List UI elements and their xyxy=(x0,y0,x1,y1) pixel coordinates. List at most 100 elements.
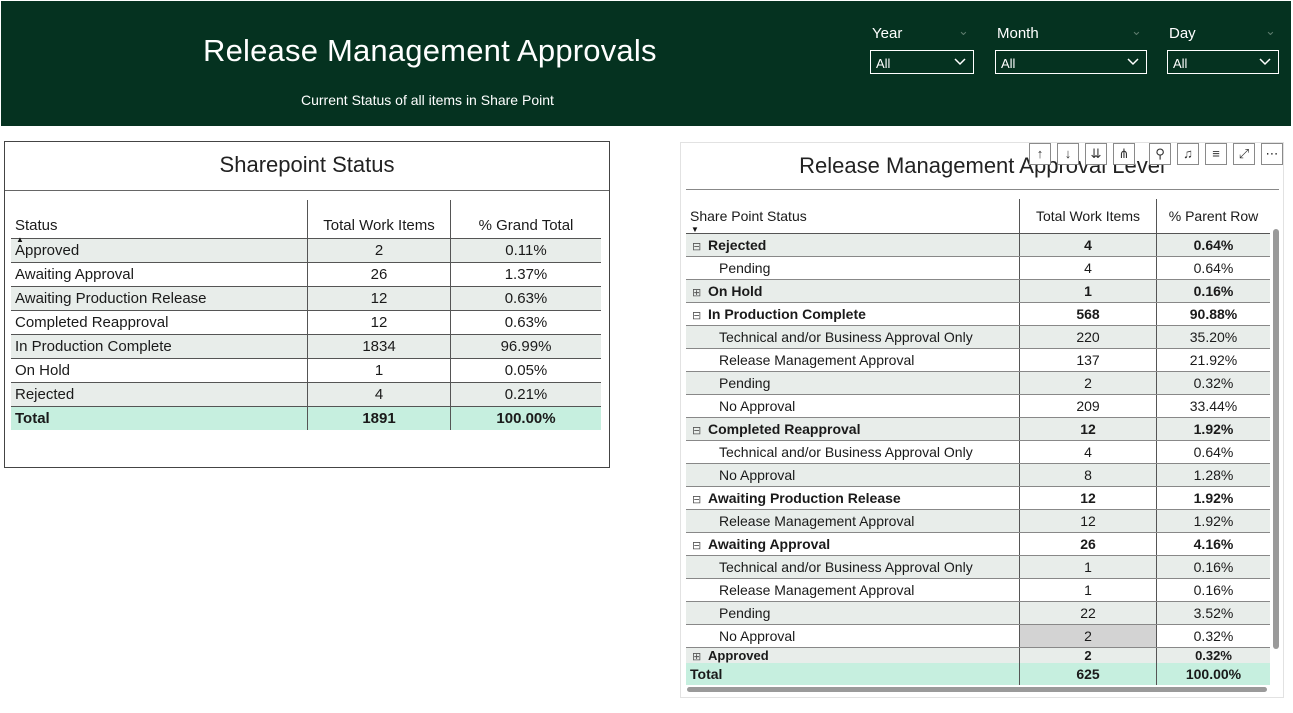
matrix-child-row[interactable]: Pending 4 0.64% xyxy=(686,256,1270,280)
matrix-child-row[interactable]: No Approval 209 33.44% xyxy=(686,394,1270,418)
pin-icon[interactable]: ⚲ xyxy=(1149,143,1171,165)
items-cell[interactable]: 12 xyxy=(1019,486,1157,510)
month-dropdown[interactable]: All xyxy=(995,50,1147,74)
items-cell[interactable]: 2 xyxy=(1019,624,1157,648)
table-row[interactable]: Completed Reapproval 12 0.63% xyxy=(11,310,601,335)
items-cell[interactable]: 4 xyxy=(1019,233,1157,257)
table-row[interactable]: In Production Complete 1834 96.99% xyxy=(11,334,601,359)
column-header-total-work-items[interactable]: Total Work Items xyxy=(1019,199,1157,234)
items-cell[interactable]: 2 xyxy=(1019,371,1157,395)
matrix-parent-row[interactable]: ⊟ Awaiting Production Release 12 1.92% xyxy=(686,486,1270,510)
collapse-icon[interactable]: ⊟ xyxy=(692,309,702,322)
horizontal-scrollbar[interactable] xyxy=(687,687,1267,692)
vertical-scrollbar[interactable] xyxy=(1273,229,1279,649)
matrix-parent-row[interactable]: ⊞ Approved 2 0.32% xyxy=(686,647,1270,663)
row-label: No Approval xyxy=(719,628,796,644)
row-label: In Production Complete xyxy=(708,306,866,322)
pct-cell: 0.63% xyxy=(450,286,601,311)
matrix-child-row[interactable]: Pending 22 3.52% xyxy=(686,601,1270,625)
items-cell[interactable]: 1 xyxy=(1019,578,1157,602)
matrix-parent-row[interactable]: ⊞ On Hold 1 0.16% xyxy=(686,279,1270,303)
arrow-up-icon[interactable]: ↑ xyxy=(1029,143,1051,165)
slicer-year-label: Year xyxy=(872,25,903,42)
matrix-parent-row[interactable]: ⊟ Awaiting Approval 26 4.16% xyxy=(686,532,1270,556)
total-label: Total xyxy=(686,663,1020,685)
pct-cell: 33.44% xyxy=(1156,394,1270,418)
matrix-child-row[interactable]: Technical and/or Business Approval Only 1… xyxy=(686,555,1270,579)
row-label: Approved xyxy=(708,648,769,663)
status-cell: Technical and/or Business Approval Only xyxy=(686,440,1020,464)
matrix-child-row[interactable]: Release Management Approval 137 21.92% xyxy=(686,348,1270,372)
matrix-child-row[interactable]: Technical and/or Business Approval Only 4… xyxy=(686,440,1270,464)
matrix-parent-row[interactable]: ⊟ Completed Reapproval 12 1.92% xyxy=(686,417,1270,441)
chevron-down-icon[interactable]: ⌄ xyxy=(1131,23,1142,39)
matrix-child-row[interactable]: Release Management Approval 12 1.92% xyxy=(686,509,1270,533)
arrow-down-icon[interactable]: ↓ xyxy=(1057,143,1079,165)
matrix-parent-row[interactable]: ⊟ Rejected 4 0.64% xyxy=(686,233,1270,257)
pct-cell: 0.05% xyxy=(450,358,601,383)
chevron-down-icon[interactable]: ⌄ xyxy=(1265,23,1276,39)
row-label: On Hold xyxy=(708,283,763,299)
table-row[interactable]: Rejected 4 0.21% xyxy=(11,382,601,407)
pct-cell: 0.21% xyxy=(450,382,601,407)
expand-icon[interactable]: ⊞ xyxy=(692,650,702,663)
expand-icon[interactable]: ⊞ xyxy=(692,286,702,299)
items-cell[interactable]: 4 xyxy=(1019,256,1157,280)
chevron-down-icon xyxy=(954,58,966,66)
matrix-child-row[interactable]: No Approval 2 0.32% xyxy=(686,624,1270,648)
column-header-parent-row[interactable]: % Parent Row xyxy=(1156,199,1270,234)
matrix-child-row[interactable]: Release Management Approval 1 0.16% xyxy=(686,578,1270,602)
day-dropdown[interactable]: All xyxy=(1167,50,1279,74)
matrix-parent-row[interactable]: ⊟ In Production Complete 568 90.88% xyxy=(686,302,1270,326)
items-cell[interactable]: 22 xyxy=(1019,601,1157,625)
items-cell[interactable]: 8 xyxy=(1019,463,1157,487)
items-cell[interactable]: 4 xyxy=(1019,440,1157,464)
items-cell[interactable]: 2 xyxy=(1019,647,1157,663)
items-cell[interactable]: 12 xyxy=(1019,509,1157,533)
approval-level-visual[interactable]: Release Management Approval Level ↑ ↓ ⇊ … xyxy=(680,142,1284,698)
expand-all-icon[interactable]: ⇊ xyxy=(1085,143,1107,165)
pct-cell: 35.20% xyxy=(1156,325,1270,349)
collapse-icon[interactable]: ⊟ xyxy=(692,240,702,253)
status-cell: Technical and/or Business Approval Only xyxy=(686,325,1020,349)
pct-cell: 0.64% xyxy=(1156,233,1270,257)
bell-icon[interactable]: ♫ xyxy=(1177,143,1199,165)
items-cell[interactable]: 137 xyxy=(1019,348,1157,372)
row-label: Technical and/or Business Approval Only xyxy=(719,329,973,345)
matrix-child-row[interactable]: Pending 2 0.32% xyxy=(686,371,1270,395)
column-header-grand-total[interactable]: % Grand Total xyxy=(450,200,601,239)
table-row[interactable]: Approved 2 0.11% xyxy=(11,238,601,263)
row-label: Awaiting Production Release xyxy=(708,490,901,506)
matrix-child-row[interactable]: Technical and/or Business Approval Only 2… xyxy=(686,325,1270,349)
items-cell[interactable]: 26 xyxy=(1019,532,1157,556)
sharepoint-status-visual[interactable]: Sharepoint Status Status ▲ Total Work Ite… xyxy=(4,141,610,468)
year-dropdown[interactable]: All xyxy=(870,50,974,74)
year-dropdown-value: All xyxy=(876,56,891,71)
collapse-icon[interactable]: ⊟ xyxy=(692,493,702,506)
more-options-icon[interactable]: ⋯ xyxy=(1261,143,1283,165)
matrix-child-row[interactable]: No Approval 8 1.28% xyxy=(686,463,1270,487)
column-header-share-point-status[interactable]: Share Point Status ▼ xyxy=(686,199,1020,234)
items-cell[interactable]: 1 xyxy=(1019,279,1157,303)
table-row[interactable]: Awaiting Approval 26 1.37% xyxy=(11,262,601,287)
items-cell[interactable]: 568 xyxy=(1019,302,1157,326)
items-cell[interactable]: 220 xyxy=(1019,325,1157,349)
collapse-icon[interactable]: ⊟ xyxy=(692,424,702,437)
items-cell[interactable]: 12 xyxy=(1019,417,1157,441)
drill-hierarchy-icon[interactable]: ⋔ xyxy=(1113,143,1135,165)
column-header-total-work-items[interactable]: Total Work Items xyxy=(307,200,451,239)
pct-cell: 21.92% xyxy=(1156,348,1270,372)
filter-icon[interactable]: ≡ xyxy=(1205,143,1227,165)
table-row[interactable]: Awaiting Production Release 12 0.63% xyxy=(11,286,601,311)
collapse-icon[interactable]: ⊟ xyxy=(692,539,702,552)
column-header-status[interactable]: Status ▲ xyxy=(11,200,308,244)
status-cell: Completed Reapproval xyxy=(11,310,308,335)
table-row[interactable]: On Hold 1 0.05% xyxy=(11,358,601,383)
items-cell[interactable]: 209 xyxy=(1019,394,1157,418)
status-cell: Technical and/or Business Approval Only xyxy=(686,555,1020,579)
focus-mode-icon[interactable]: ⤢ xyxy=(1233,143,1255,165)
chevron-down-icon[interactable]: ⌄ xyxy=(958,23,969,39)
pct-cell: 0.63% xyxy=(450,310,601,335)
items-cell[interactable]: 1 xyxy=(1019,555,1157,579)
status-cell: No Approval xyxy=(686,624,1020,648)
